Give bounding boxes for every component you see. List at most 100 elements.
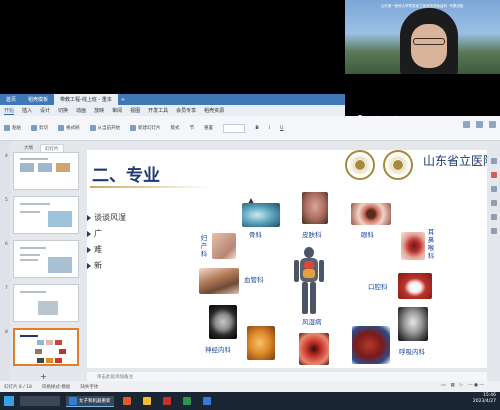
menu-home[interactable]: 开始 [4, 107, 15, 115]
slide-thumbnail[interactable] [13, 240, 79, 278]
taskbar-app[interactable] [160, 396, 174, 406]
taskbar-search[interactable] [20, 396, 60, 406]
label-bone: 骨科 [249, 231, 262, 239]
taskbar-active-window[interactable]: 女子和机器重新 [66, 395, 114, 407]
shape-icon[interactable] [463, 121, 470, 128]
vascular-image [199, 268, 239, 294]
menu-design[interactable]: 设计 [40, 107, 50, 114]
menu-animation[interactable]: 动画 [76, 107, 86, 114]
thumbnail-row[interactable]: 8 [0, 328, 86, 368]
menu-developer[interactable]: 开发工具 [148, 107, 168, 114]
thumbnail-row[interactable]: 4 [0, 152, 86, 192]
hospital-seal-icon [383, 150, 413, 180]
clock-date: 2023/4/27 [472, 399, 496, 404]
folder-icon [142, 397, 151, 405]
bullet-item: 新 [87, 258, 126, 274]
slide-thumbnail[interactable] [13, 196, 79, 234]
paste-icon [4, 125, 10, 131]
taskbar-app[interactable] [120, 396, 134, 406]
label-stomatology: 口腔科 [368, 283, 388, 291]
menu-insert[interactable]: 插入 [22, 107, 32, 114]
label-eye: 眼科 [361, 231, 374, 239]
bullet-item: 广 [87, 226, 126, 242]
properties-icon[interactable] [491, 158, 497, 164]
thumbnail-row[interactable]: 5 [0, 196, 86, 236]
play-slideshow-icon[interactable]: ▷ [460, 383, 463, 388]
thumbnail-row[interactable]: 6 [0, 240, 86, 280]
textbox-icon[interactable] [489, 121, 496, 128]
webcam-video: 山东第一医科大学附属省立医院风湿免疫科 ·专题讲座 [345, 0, 500, 74]
mouth-teeth-image [398, 273, 432, 299]
more-icon[interactable] [491, 228, 497, 234]
label-obgyn: 妇产科 [200, 234, 208, 258]
underline-button[interactable]: U [280, 126, 283, 131]
heart-image [352, 326, 390, 364]
menu-member[interactable]: 会员专享 [176, 107, 196, 114]
label-respiratory: 呼吸内科 [399, 348, 425, 356]
human-anatomy-figure [294, 247, 324, 317]
italic-button[interactable]: I [269, 126, 270, 131]
bold-button[interactable]: B [255, 126, 258, 131]
title-underline [90, 186, 210, 188]
menu-slideshow[interactable]: 放映 [94, 107, 104, 114]
label-rheumatology: 风湿病 [302, 318, 322, 326]
normal-view-icon[interactable]: ▭ [441, 383, 445, 388]
taskbar-app[interactable] [180, 396, 194, 406]
tab-docer[interactable]: 稻壳模板 [22, 94, 54, 105]
format-painter-button[interactable]: 格式刷 [58, 125, 80, 131]
animation-icon[interactable] [491, 186, 497, 192]
cut-button[interactable]: 剪切 [31, 125, 48, 131]
picture-icon[interactable] [476, 121, 483, 128]
tab-home[interactable]: 首页 [0, 94, 22, 105]
shape-format-icon[interactable] [491, 200, 497, 206]
thumbnail-number: 8 [5, 330, 8, 335]
browser-tabbar: 首页 稻壳模板 带教工程-线上班 - 重本 + [0, 94, 345, 105]
reset-button[interactable]: 重置 [204, 125, 213, 131]
liver-image [247, 326, 275, 360]
label-skin: 皮肤科 [302, 231, 322, 239]
brain-ct-image [209, 305, 237, 339]
missing-font-button[interactable]: 缺失字体 [80, 384, 98, 390]
design-icon[interactable] [491, 172, 497, 178]
add-slide-button[interactable]: + [40, 372, 47, 381]
paste-button[interactable]: 粘贴 [4, 125, 21, 131]
bullet-item: 谈谈风湿 [87, 210, 126, 226]
slide-canvas[interactable]: 二、专业 山东省立医院 谈谈风湿 广 难 新 骨科 皮肤科 眼科 妇产科 耳鼻喉… [87, 150, 487, 368]
taskbar-app[interactable] [200, 396, 214, 406]
new-slide-button[interactable]: 新建幻灯片 [130, 125, 161, 131]
right-tool-strip [488, 150, 500, 380]
presenter-face [411, 24, 447, 68]
bone-xray-image [242, 203, 280, 227]
bullet-item: 难 [87, 242, 126, 258]
wps-office-icon [162, 397, 171, 405]
picture-format-icon[interactable] [491, 214, 497, 220]
layout-button[interactable]: 版式 [171, 125, 180, 131]
menu-review[interactable]: 审阅 [112, 107, 122, 114]
slide-thumbnail[interactable] [13, 284, 79, 322]
new-tab-icon[interactable]: + [121, 97, 125, 103]
browser-icon [202, 397, 211, 405]
slide-thumbnail-active[interactable] [13, 328, 79, 366]
thumbnail-row[interactable]: 7 [0, 284, 86, 324]
presenter-glasses [413, 38, 445, 45]
from-current-button[interactable]: 从当前开始 [89, 125, 120, 131]
chest-xray-image [398, 307, 428, 341]
tab-presentation[interactable]: 带教工程-线上班 - 重本 [54, 94, 118, 105]
eye-image [351, 203, 391, 225]
zoom-slider[interactable]: — ● — [468, 383, 484, 388]
thumbnail-number: 5 [5, 198, 8, 203]
menu-transition[interactable]: 切换 [58, 107, 68, 114]
menu-view[interactable]: 视图 [130, 107, 140, 114]
webcam-banner: 山东第一医科大学附属省立医院风湿免疫科 ·专题讲座 [380, 4, 464, 8]
menu-bar: 开始 插入 设计 切换 动画 放映 审阅 视图 开发工具 会员专享 稻壳资源 [0, 105, 345, 116]
menu-docer-resources[interactable]: 稻壳资源 [204, 107, 224, 114]
screen: 山东第一医科大学附属省立医院风湿免疫科 ·专题讲座 首页 稻壳模板 带教工程-线… [0, 0, 500, 410]
section-button[interactable]: 节 [190, 125, 195, 131]
sorter-view-icon[interactable]: ▦ [450, 383, 454, 388]
brush-icon [58, 125, 64, 131]
system-tray-clock[interactable]: 15:46 2023/4/27 [473, 393, 496, 405]
font-select[interactable] [223, 123, 246, 133]
windows-start-icon[interactable] [4, 396, 14, 406]
slide-thumbnail[interactable] [13, 152, 79, 190]
taskbar-app[interactable] [140, 396, 154, 406]
